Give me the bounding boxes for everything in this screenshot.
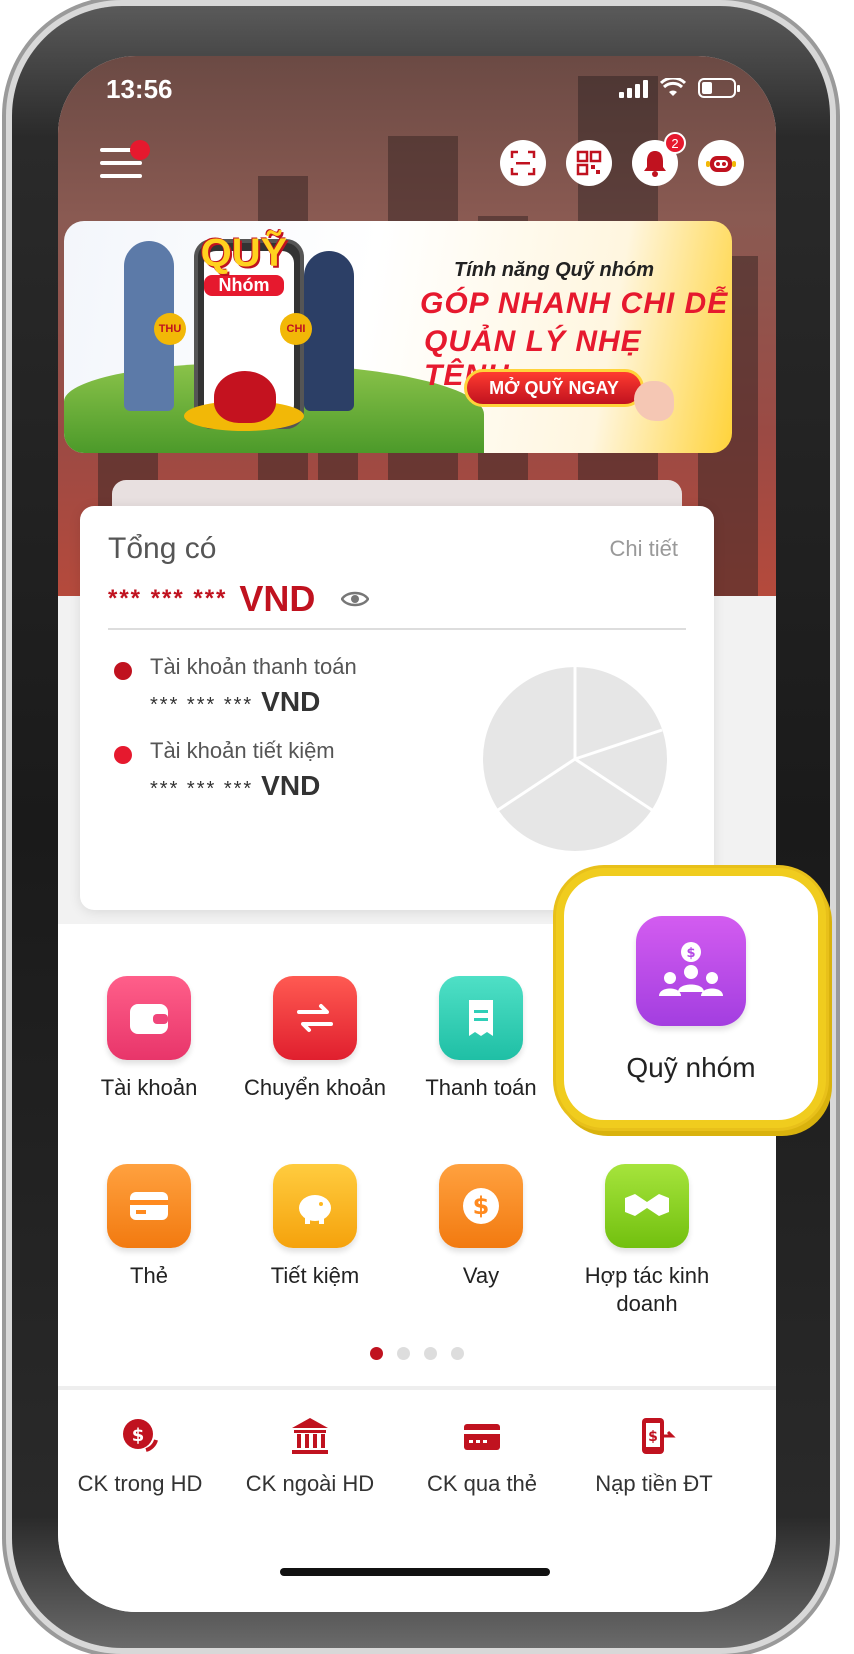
balance-card: Tổng có Chi tiết *** *** *** VND Tài kho… (80, 506, 714, 910)
thu-tag: THU (154, 313, 186, 345)
bottom-item-label: Nạp tiền ĐT (595, 1471, 713, 1496)
bottom-item-ck-ngoai-hd[interactable]: CK ngoài HD (220, 1414, 400, 1497)
account-label: Tài khoản thanh toán (150, 654, 357, 679)
pagination-dot[interactable] (424, 1347, 437, 1360)
card-icon (107, 1164, 191, 1248)
quick-action-group-fund-highlight[interactable]: $ Quỹ nhóm (556, 868, 826, 1128)
handshake-icon (605, 1164, 689, 1248)
account-label: Tài khoản tiết kiệm (150, 738, 335, 763)
quick-action-savings[interactable]: Tiết kiệm (230, 1164, 400, 1290)
banner-subtitle: Tính năng Quỹ nhóm (454, 259, 654, 281)
wallet-icon (107, 976, 191, 1060)
balance-detail-link[interactable]: Chi tiết (610, 536, 678, 562)
bank-icon (292, 1418, 328, 1454)
piggy-bank-icon (273, 1164, 357, 1248)
group-fund-label: Quỹ nhóm (626, 1052, 756, 1083)
account-masked: *** *** *** (150, 694, 254, 716)
menu-notification-dot (130, 140, 150, 160)
quick-action-label: Thẻ (130, 1263, 168, 1288)
money-pot-illustration (214, 371, 276, 423)
quick-action-label: Hợp tác kinh doanh (584, 1263, 710, 1316)
receipt-icon (439, 976, 523, 1060)
svg-text:$: $ (648, 1429, 658, 1445)
transfer-arrows-icon (273, 976, 357, 1060)
svg-text:$: $ (686, 946, 695, 961)
svg-text:$: $ (132, 1425, 145, 1446)
card-transfer-icon (464, 1424, 500, 1450)
robot-icon (706, 156, 736, 172)
account-currency: VND (261, 686, 321, 717)
quick-action-label: Tài khoản (100, 1075, 198, 1100)
eye-icon[interactable] (341, 589, 370, 609)
status-time: 13:56 (106, 74, 173, 104)
pagination-dot[interactable] (370, 1347, 383, 1360)
group-fund-icon: $ (636, 916, 746, 1026)
bottom-item-nap-tien-dt[interactable]: $ Nạp tiền ĐT (564, 1414, 744, 1497)
quy-nhom-logo: QUỸ Nhóm (200, 231, 288, 296)
open-fund-button[interactable]: MỞ QUỸ NGAY (464, 369, 644, 407)
signal-icon (619, 78, 648, 98)
bottom-item-label: CK ngoài HD (245, 1471, 375, 1496)
balance-total-masked: *** *** *** (108, 585, 228, 612)
coin-transfer-icon: $ (123, 1419, 158, 1452)
dollar-coin-icon: $ (439, 1164, 523, 1248)
scan-icon (510, 150, 536, 176)
phone-topup-icon: $ (642, 1418, 676, 1454)
banner-headline-1: GÓP NHANH CHI DỄ (420, 287, 729, 320)
status-bar: 13:56 (58, 56, 776, 126)
qr-code-button[interactable] (566, 140, 612, 186)
account-dot (114, 746, 132, 764)
svg-text:$: $ (473, 1192, 490, 1220)
quick-action-payment[interactable]: Thanh toán (396, 976, 566, 1102)
bottom-quick-bar: $ CK trong HD CK ngoài HD CK qua thẻ $ N… (58, 1386, 776, 1612)
quick-action-label: Vay (462, 1263, 500, 1288)
bottom-item-ck-qua-the[interactable]: CK qua thẻ (392, 1414, 572, 1497)
quick-action-account[interactable]: Tài khoản (64, 976, 234, 1102)
bottom-item-label: CK trong HD (77, 1471, 203, 1496)
quick-action-loan[interactable]: $ Vay (396, 1164, 566, 1290)
qr-code-icon (576, 150, 602, 176)
account-masked: *** *** *** (150, 778, 254, 800)
account-dot (114, 662, 132, 680)
quick-action-label: Chuyển khoản (244, 1075, 386, 1100)
pointing-hand-illustration (634, 381, 674, 421)
notification-button[interactable]: 2 (632, 132, 686, 186)
balance-pie-chart (483, 667, 667, 851)
chi-tag: CHI (280, 313, 312, 345)
balance-title: Tổng có (108, 532, 217, 565)
account-currency: VND (261, 770, 321, 801)
bell-icon (644, 151, 666, 177)
bottom-item-label: CK qua thẻ (426, 1471, 538, 1496)
pagination-dot[interactable] (451, 1347, 464, 1360)
scan-button[interactable] (500, 140, 546, 186)
quick-action-card[interactable]: Thẻ (64, 1164, 234, 1290)
quick-action-transfer[interactable]: Chuyển khoản (230, 976, 400, 1102)
quick-action-label: Thanh toán (425, 1075, 537, 1100)
quick-action-label: Tiết kiệm (270, 1263, 360, 1288)
carousel-pagination (58, 1347, 776, 1360)
balance-total-currency: VND (239, 578, 316, 619)
balance-divider (108, 628, 686, 630)
home-indicator (280, 1568, 550, 1576)
pagination-dot[interactable] (397, 1347, 410, 1360)
battery-icon (698, 78, 740, 98)
notification-badge: 2 (664, 132, 686, 154)
balance-total: *** *** *** VND (108, 578, 370, 620)
bottom-item-ck-trong-hd[interactable]: $ CK trong HD (58, 1414, 230, 1497)
quick-action-business-partnership[interactable]: Hợp tác kinh doanh (562, 1164, 732, 1318)
promo-banner[interactable]: QUỸ Nhóm THU CHI Tính năng Quỹ nhóm GÓP … (64, 221, 732, 453)
app-screen: 13:56 2 QUỸ Nhóm THU CHI Tính năng Quỹ n… (58, 56, 776, 1612)
chatbot-button[interactable] (698, 140, 744, 186)
wifi-icon (660, 78, 686, 96)
